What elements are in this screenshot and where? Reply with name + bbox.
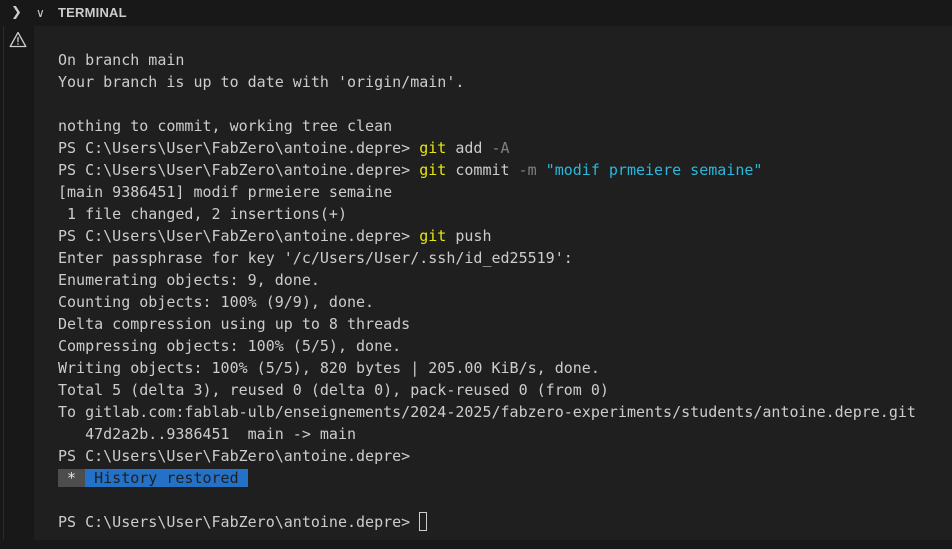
prompt: PS C:\Users\User\FabZero\antoine.depre>	[58, 161, 420, 179]
history-restored-label: History restored	[85, 469, 248, 487]
terminal-command-line: PS C:\Users\User\FabZero\antoine.depre> …	[58, 137, 916, 159]
command-flag: -m	[518, 161, 537, 179]
terminal-input-line[interactable]: PS C:\Users\User\FabZero\antoine.depre>	[58, 511, 916, 533]
chevron-right-icon[interactable]: ❯	[11, 0, 22, 26]
prompt: PS C:\Users\User\FabZero\antoine.depre>	[58, 227, 420, 245]
terminal-line: 47d2a2b..9386451 main -> main	[58, 425, 357, 443]
terminal-panel-header: ❯ ∨ TERMINAL	[0, 0, 952, 26]
terminal-line: On branch main	[58, 51, 185, 69]
terminal-line: Compressing objects: 100% (5/5), done.	[58, 337, 402, 355]
command-name: git	[419, 161, 447, 179]
terminal-line: Enter passphrase for key '/c/Users/User/…	[58, 249, 573, 267]
command-args: push	[446, 227, 492, 245]
terminal-line: [main 9386451] modif prmeiere semaine	[58, 183, 393, 201]
terminal-gutter	[0, 26, 34, 540]
gutter-divider	[3, 26, 4, 540]
history-restored-banner: * History restored	[58, 467, 916, 489]
command-args: commit	[446, 161, 519, 179]
terminal-command-line: PS C:\Users\User\FabZero\antoine.depre> …	[58, 225, 916, 247]
terminal-line: Your branch is up to date with 'origin/m…	[58, 73, 465, 91]
terminal-line: Delta compression using up to 8 threads	[58, 315, 411, 333]
command-args: add	[446, 139, 492, 157]
terminal-line: To gitlab.com:fablab-ulb/enseignements/2…	[58, 403, 916, 421]
command-string: "modif prmeiere semaine"	[545, 161, 763, 179]
status-bar-strip	[0, 540, 952, 549]
terminal-line: 1 file changed, 2 insertions(+)	[58, 205, 347, 223]
terminal-command-line: PS C:\Users\User\FabZero\antoine.depre>	[58, 445, 916, 467]
text-cursor	[419, 512, 428, 531]
terminal-panel-title[interactable]: TERMINAL	[58, 0, 127, 26]
warning-icon[interactable]	[9, 31, 27, 48]
prompt: PS C:\Users\User\FabZero\antoine.depre>	[58, 447, 420, 465]
terminal-line-empty	[58, 93, 916, 115]
terminal-line: Total 5 (delta 3), reused 0 (delta 0), p…	[58, 381, 609, 399]
chevron-down-icon[interactable]: ∨	[36, 0, 45, 26]
terminal-line-empty	[58, 489, 916, 511]
command-flag: -A	[491, 139, 510, 157]
command-name: git	[419, 227, 447, 245]
terminal-output[interactable]: On branch main Your branch is up to date…	[34, 26, 952, 540]
terminal-line: Writing objects: 100% (5/5), 820 bytes |…	[58, 359, 600, 377]
prompt: PS C:\Users\User\FabZero\antoine.depre>	[58, 139, 420, 157]
terminal-line: nothing to commit, working tree clean	[58, 117, 393, 135]
prompt: PS C:\Users\User\FabZero\antoine.depre>	[58, 513, 420, 531]
terminal-line: Counting objects: 100% (9/9), done.	[58, 293, 375, 311]
terminal-line: Enumerating objects: 9, done.	[58, 271, 320, 289]
history-marker: *	[58, 469, 86, 487]
command-name: git	[419, 139, 447, 157]
terminal-command-line: PS C:\Users\User\FabZero\antoine.depre> …	[58, 159, 916, 181]
